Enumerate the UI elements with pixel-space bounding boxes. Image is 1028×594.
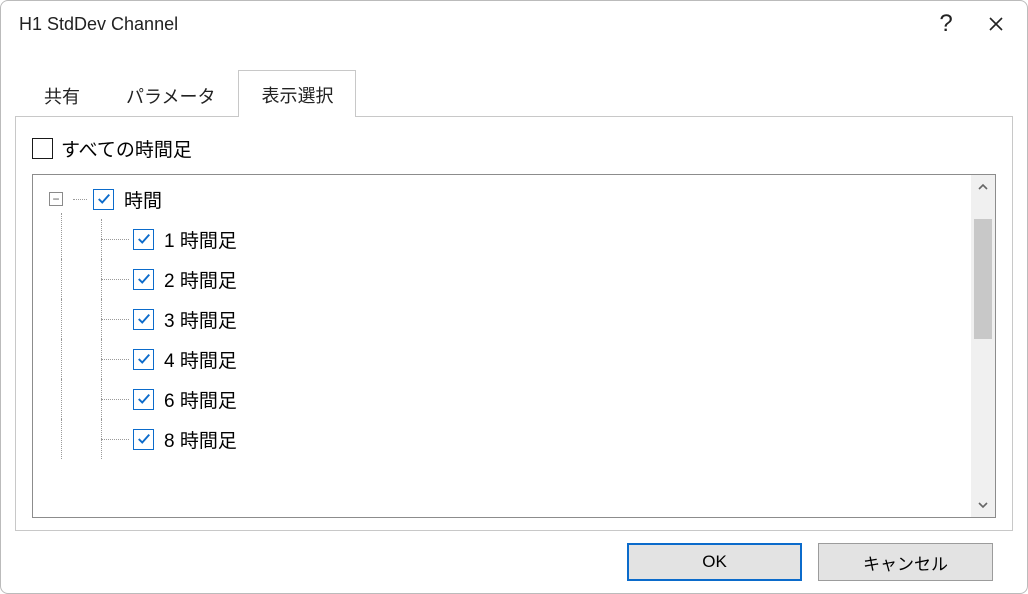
tab-display-selection[interactable]: 表示選択: [238, 70, 356, 117]
chevron-down-icon: [977, 499, 989, 511]
dialog-content: 共有 パラメータ 表示選択 すべての時間足 −: [1, 47, 1027, 593]
all-timeframes-label: すべての時間足: [61, 135, 192, 162]
tree-connector: [101, 359, 129, 360]
all-timeframes-row: すべての時間足: [32, 129, 996, 174]
tree-node-8h[interactable]: 8 時間足: [41, 419, 971, 459]
collapse-icon[interactable]: −: [49, 192, 63, 206]
root-label: 時間: [124, 186, 162, 213]
tree-node-6h[interactable]: 6 時間足: [41, 379, 971, 419]
timeframe-label: 1 時間足: [164, 226, 237, 253]
window-title: H1 StdDev Channel: [19, 14, 921, 35]
close-icon: [988, 16, 1004, 32]
timeframe-tree-container: − 時間 1: [32, 174, 996, 518]
timeframe-checkbox-3h[interactable]: [133, 309, 154, 330]
timeframe-label: 8 時間足: [164, 426, 237, 453]
dialog-window: H1 StdDev Channel ? 共有 パラメータ 表示選択 すべての時間…: [0, 0, 1028, 594]
tree-connector: [101, 399, 129, 400]
timeframe-label: 2 時間足: [164, 266, 237, 293]
dialog-footer: OK キャンセル: [15, 531, 1013, 593]
tree-connector: [101, 239, 129, 240]
scroll-thumb[interactable]: [974, 219, 992, 339]
timeframe-checkbox-2h[interactable]: [133, 269, 154, 290]
timeframe-checkbox-8h[interactable]: [133, 429, 154, 450]
timeframe-label: 4 時間足: [164, 346, 237, 373]
tree-node-3h[interactable]: 3 時間足: [41, 299, 971, 339]
help-icon: ?: [939, 12, 952, 36]
timeframe-label: 6 時間足: [164, 386, 237, 413]
close-button[interactable]: [971, 4, 1021, 44]
ok-button[interactable]: OK: [627, 543, 802, 581]
scroll-down-button[interactable]: [971, 493, 995, 517]
tree-connector: [101, 439, 129, 440]
timeframe-checkbox-6h[interactable]: [133, 389, 154, 410]
tab-parameters[interactable]: パラメータ: [103, 74, 238, 117]
tree-connector: [101, 319, 129, 320]
tree-node-4h[interactable]: 4 時間足: [41, 339, 971, 379]
root-checkbox[interactable]: [93, 189, 114, 210]
timeframe-tree: − 時間 1: [33, 175, 971, 517]
vertical-scrollbar[interactable]: [971, 175, 995, 517]
scroll-up-button[interactable]: [971, 175, 995, 199]
timeframe-checkbox-4h[interactable]: [133, 349, 154, 370]
tab-strip: 共有 パラメータ 表示選択: [15, 73, 1013, 117]
scroll-track[interactable]: [971, 199, 995, 493]
cancel-button[interactable]: キャンセル: [818, 543, 993, 581]
timeframe-checkbox-1h[interactable]: [133, 229, 154, 250]
tree-connector: [101, 279, 129, 280]
help-button[interactable]: ?: [921, 4, 971, 44]
title-bar: H1 StdDev Channel ?: [1, 1, 1027, 47]
timeframe-label: 3 時間足: [164, 306, 237, 333]
tree-node-1h[interactable]: 1 時間足: [41, 219, 971, 259]
tree-node-root[interactable]: − 時間: [41, 179, 971, 219]
tab-panel-display: すべての時間足 − 時間: [15, 116, 1013, 531]
chevron-up-icon: [977, 181, 989, 193]
tree-connector: [73, 199, 87, 200]
tab-shared[interactable]: 共有: [21, 74, 103, 117]
all-timeframes-checkbox[interactable]: [32, 138, 53, 159]
tree-node-2h[interactable]: 2 時間足: [41, 259, 971, 299]
